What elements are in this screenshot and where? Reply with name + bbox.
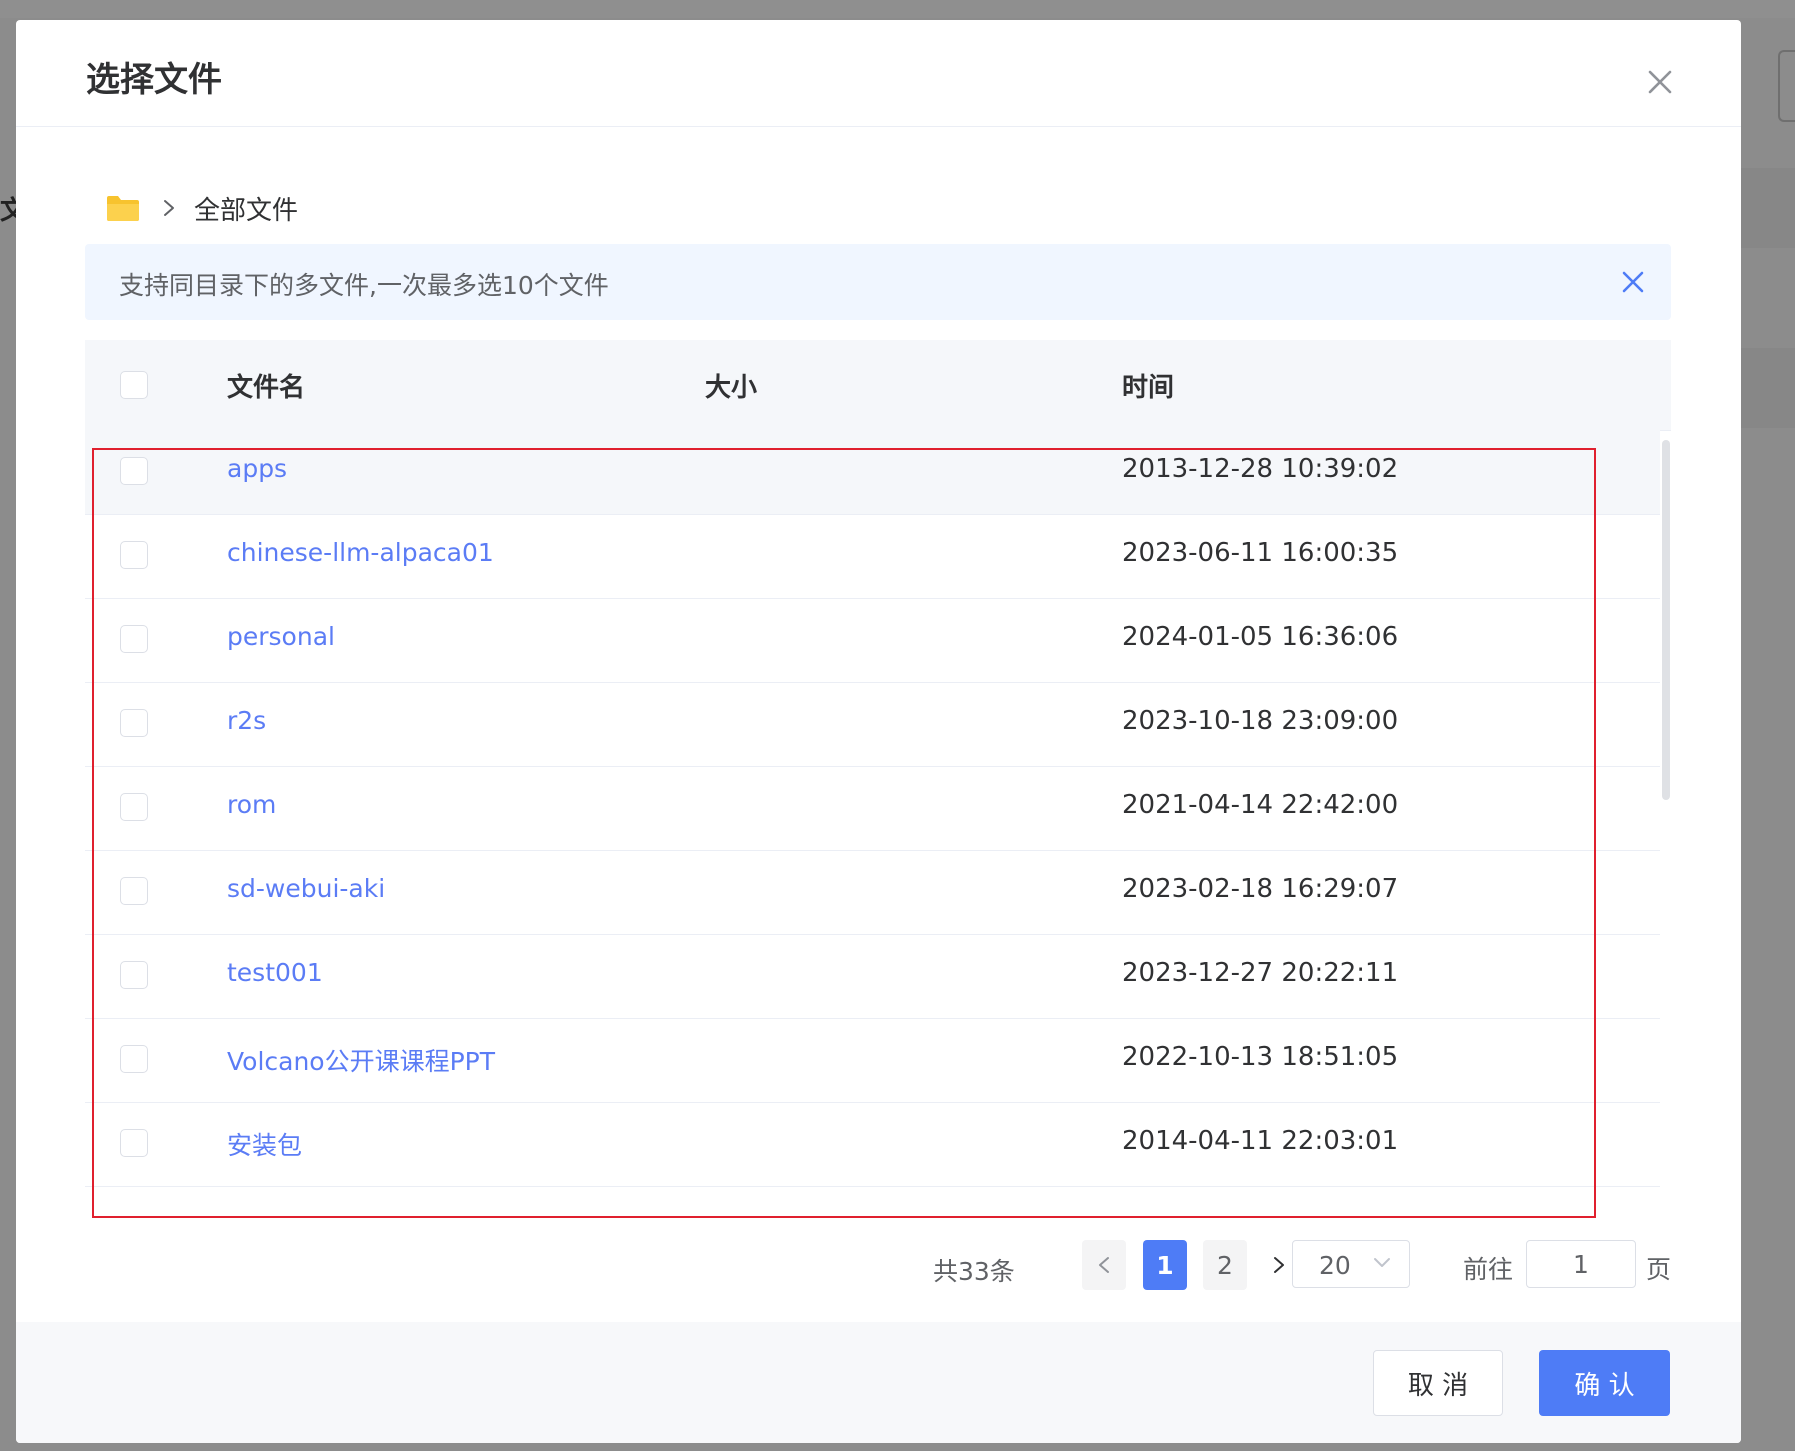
row-checkbox[interactable]	[120, 1045, 148, 1073]
chevron-right-icon	[164, 200, 174, 216]
background-strip	[0, 0, 1795, 18]
file-name-link[interactable]: sd-webui-aki	[227, 874, 385, 903]
pagination: 共33条 1 2 20 前往 页	[16, 1240, 1741, 1300]
close-icon[interactable]	[1638, 60, 1682, 104]
column-header-time[interactable]: 时间	[1122, 367, 1174, 404]
cancel-button[interactable]: 取 消	[1373, 1350, 1503, 1416]
goto-page-input[interactable]	[1526, 1240, 1636, 1288]
alert-text: 支持同目录下的多文件,一次最多选10个文件	[119, 271, 609, 300]
file-time: 2023-10-18 23:09:00	[1122, 706, 1399, 736]
next-page-button[interactable]	[1262, 1240, 1296, 1290]
file-time: 2023-06-11 16:00:35	[1122, 538, 1399, 568]
table-row[interactable]: r2s 2023-10-18 23:09:00	[85, 682, 1660, 767]
pagination-total: 共33条	[933, 1257, 1015, 1286]
page-size-value: 20	[1319, 1251, 1351, 1280]
file-time: 2022-10-13 18:51:05	[1122, 1042, 1399, 1072]
background-control	[1778, 50, 1795, 122]
page-suffix: 页	[1646, 1255, 1672, 1284]
row-checkbox[interactable]	[120, 709, 148, 737]
chevron-right-icon	[1274, 1257, 1284, 1273]
dialog-title: 选择文件	[86, 60, 222, 100]
chevron-left-icon	[1099, 1257, 1109, 1273]
table-row[interactable]: sd-webui-aki 2023-02-18 16:29:07	[85, 850, 1660, 935]
breadcrumb-current[interactable]: 全部文件	[194, 190, 298, 227]
file-time: 2024-01-05 16:36:06	[1122, 622, 1399, 652]
row-checkbox[interactable]	[120, 625, 148, 653]
breadcrumb: 全部文件	[106, 188, 298, 228]
table-row[interactable]: rom 2021-04-14 22:42:00	[85, 766, 1660, 851]
table-header: 文件名 大小 时间	[85, 340, 1671, 431]
row-checkbox[interactable]	[120, 541, 148, 569]
file-time: 2023-12-27 20:22:11	[1122, 958, 1399, 988]
row-checkbox[interactable]	[120, 793, 148, 821]
dialog-footer: 取 消 确 认	[16, 1322, 1741, 1443]
file-time: 2023-02-18 16:29:07	[1122, 874, 1399, 904]
dialog-header: 选择文件	[16, 20, 1741, 127]
file-time: 2021-04-14 22:42:00	[1122, 790, 1399, 820]
folder-icon[interactable]	[106, 194, 140, 222]
column-header-size[interactable]: 大小	[705, 367, 757, 404]
column-header-name[interactable]: 文件名	[227, 367, 305, 404]
background-page-edge	[1741, 18, 1795, 1451]
table-row[interactable]: 安装包 2014-04-11 22:03:01	[85, 1102, 1660, 1187]
select-file-dialog: 选择文件 全部文件 支持同目录下的多文件,一次最多选10个文件 文件名 大小 时…	[16, 20, 1741, 1443]
chevron-down-icon	[1374, 1258, 1390, 1267]
table-row[interactable]: apps 2013-12-28 10:39:02	[85, 430, 1660, 515]
table-row[interactable]: test001 2023-12-27 20:22:11	[85, 934, 1660, 1019]
file-name-link[interactable]: apps	[227, 454, 287, 483]
file-name-link[interactable]: Volcano公开课课程PPT	[227, 1042, 495, 1078]
page-button-2[interactable]: 2	[1203, 1240, 1247, 1290]
info-alert: 支持同目录下的多文件,一次最多选10个文件	[85, 244, 1671, 320]
file-time: 2013-12-28 10:39:02	[1122, 454, 1399, 484]
file-name-link[interactable]: chinese-llm-alpaca01	[227, 538, 494, 567]
file-name-link[interactable]: r2s	[227, 706, 266, 735]
file-name-link[interactable]: 安装包	[227, 1126, 302, 1162]
file-table-body: apps 2013-12-28 10:39:02 chinese-llm-alp…	[85, 430, 1671, 1220]
table-row[interactable]: Volcano公开课课程PPT 2022-10-13 18:51:05	[85, 1018, 1660, 1103]
file-name-link[interactable]: personal	[227, 622, 335, 651]
row-checkbox[interactable]	[120, 961, 148, 989]
file-name-link[interactable]: test001	[227, 958, 323, 987]
close-icon[interactable]	[1619, 268, 1647, 296]
page-size-select[interactable]: 20	[1292, 1240, 1410, 1288]
file-name-link[interactable]: rom	[227, 790, 276, 819]
confirm-button[interactable]: 确 认	[1539, 1350, 1670, 1416]
select-all-checkbox[interactable]	[120, 371, 148, 399]
table-scrollbar[interactable]	[1662, 440, 1670, 800]
prev-page-button[interactable]	[1082, 1240, 1126, 1290]
row-checkbox[interactable]	[120, 1129, 148, 1157]
row-checkbox[interactable]	[120, 457, 148, 485]
table-row[interactable]: chinese-llm-alpaca01 2023-06-11 16:00:35	[85, 514, 1660, 599]
table-row[interactable]: personal 2024-01-05 16:36:06	[85, 598, 1660, 683]
file-time: 2014-04-11 22:03:01	[1122, 1126, 1399, 1156]
goto-label: 前往	[1463, 1255, 1514, 1284]
row-checkbox[interactable]	[120, 877, 148, 905]
page-button-1[interactable]: 1	[1143, 1240, 1187, 1290]
